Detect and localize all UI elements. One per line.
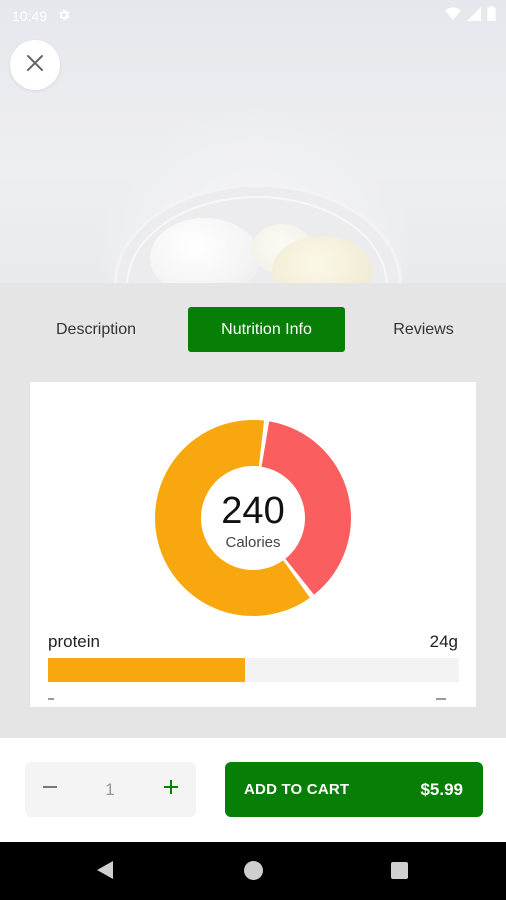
next-row-hint [436,698,446,704]
plus-icon [163,779,179,800]
add-to-cart-button[interactable]: ADD TO CART $5.99 [225,762,483,817]
back-triangle-icon [97,861,113,879]
status-time: 10:49 [12,8,48,24]
signal-icon [467,6,481,26]
product-image [0,0,506,283]
calories-label: Calories [225,534,281,551]
wifi-icon [445,6,461,26]
tab-nutrition-info[interactable]: Nutrition Info [188,307,345,352]
nutrient-bar [48,658,459,682]
battery-icon [487,6,496,26]
recents-button[interactable] [391,862,408,879]
nutrient-name: protein [48,632,100,651]
tab-reviews[interactable]: Reviews [376,307,471,352]
nutrient-value: 24g [429,632,458,651]
decrease-button[interactable] [25,762,75,817]
calories-value: 240 [221,490,285,532]
bottom-action-bar: 1 ADD TO CART $5.99 [0,738,506,842]
tab-description[interactable]: Description [36,307,156,352]
close-icon [25,53,45,78]
nutrition-card: 240 Calories protein 24g [30,382,476,707]
tab-bar: Description Nutrition Info Reviews [0,283,506,376]
price: $5.99 [420,779,463,799]
settings-icon [57,8,71,25]
quantity-value: 1 [105,779,115,799]
quantity-stepper: 1 [25,762,196,817]
status-bar: 10:49 [0,0,506,32]
close-button[interactable] [10,40,60,90]
add-to-cart-label: ADD TO CART [244,781,350,798]
back-button[interactable] [96,860,114,885]
increase-button[interactable] [146,762,196,817]
next-row-hint [48,698,54,704]
home-button[interactable] [244,861,263,880]
system-nav-bar [0,842,506,900]
nutrient-bar-fill [48,658,246,682]
minus-icon [42,779,58,800]
